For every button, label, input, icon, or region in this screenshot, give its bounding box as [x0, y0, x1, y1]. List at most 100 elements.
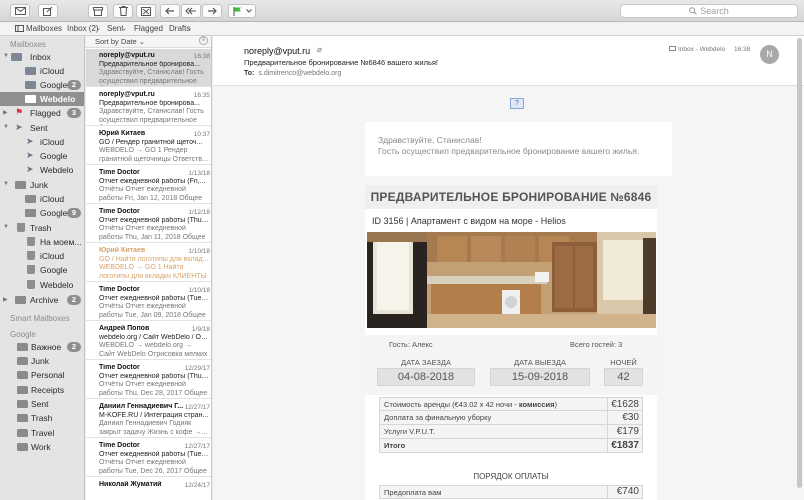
- scrollbar[interactable]: [797, 38, 802, 488]
- message-row[interactable]: noreply@vput.ru 16:38 Предварительное брон…: [86, 49, 211, 87]
- recipient-address[interactable]: s.dimitrenco@webdelo.org: [258, 70, 341, 77]
- archive-icon: [93, 6, 103, 16]
- sidebar-item-sent[interactable]: ▼ ➤ Sent: [0, 121, 84, 135]
- sidebar-item-trash-local[interactable]: На моем...: [0, 235, 84, 249]
- sidebar-item-google-important[interactable]: Важное 2: [0, 340, 84, 354]
- archive-button[interactable]: [88, 4, 108, 18]
- sidebar-item-trash[interactable]: ▼ Trash: [0, 221, 84, 235]
- sidebar-item-junk-icloud[interactable]: iCloud: [0, 192, 84, 206]
- payment-order-title: ПОРЯДОК ОПЛАТЫ: [473, 472, 549, 481]
- sent-icon: ➤: [26, 136, 34, 146]
- sidebar-item-sent-google[interactable]: ➤ Google: [0, 149, 84, 163]
- sidebar-item-trash-icloud[interactable]: iCloud: [0, 249, 84, 263]
- sidebar-item-google-receipts[interactable]: Receipts: [0, 383, 84, 397]
- trash-icon: [27, 265, 35, 274]
- message-date: 1/13/18: [188, 170, 210, 177]
- sidebar-item-inbox-icloud[interactable]: iCloud: [0, 64, 84, 78]
- message-subject-line: GO / Рендер гранитной щеточ...: [99, 139, 203, 146]
- sidebar-item-trash-webdelo[interactable]: Webdelo: [0, 278, 84, 292]
- sort-menu[interactable]: Sort by Date ⌄: [95, 37, 145, 46]
- sidebar-item-google-junk[interactable]: Junk: [0, 354, 84, 368]
- sidebar-item-junk-google[interactable]: Google 9: [0, 206, 84, 220]
- message-sender: Time Doctor: [99, 364, 140, 371]
- fav-flagged[interactable]: Flagged: [134, 24, 163, 33]
- forward-button[interactable]: [202, 4, 222, 18]
- disclosure-triangle-icon[interactable]: ▼: [3, 124, 9, 130]
- avatar: N: [760, 45, 779, 64]
- checkout-label: ДАТА ВЫЕЗДА: [513, 358, 566, 367]
- message-sender: Николай Жуматий: [99, 481, 162, 488]
- flag-button[interactable]: [228, 4, 256, 18]
- disclosure-triangle-icon[interactable]: ▼: [3, 181, 9, 187]
- sidebar-item-google-work[interactable]: Work: [0, 440, 84, 454]
- search-field[interactable]: Search: [620, 4, 798, 18]
- folder-icon: [17, 414, 28, 422]
- message-row[interactable]: Time Doctor 12/27/17 Отчет ежедневной рабо…: [86, 439, 211, 477]
- sidebar-item-flagged[interactable]: ▶ ⚑ Flagged 3: [0, 106, 84, 120]
- sidebar-item-sent-icloud[interactable]: ➤ iCloud: [0, 135, 84, 149]
- sidebar-item-inbox-webdelo[interactable]: Webdelo: [0, 92, 84, 106]
- sidebar-item-junk[interactable]: ▼ Junk: [0, 178, 84, 192]
- sidebar-item-google-personal[interactable]: Personal: [0, 368, 84, 382]
- message-row[interactable]: noreply@vput.ru 16:35 Предварительное брон…: [86, 88, 211, 126]
- price-table: Стоимость аренды (€43.02 x 42 ночи - ком…: [379, 397, 643, 453]
- sidebar-item-google-trash[interactable]: Trash: [0, 411, 84, 425]
- sidebar-item-archive[interactable]: ▶ Archive 2: [0, 293, 84, 307]
- sidebar-item-google-travel[interactable]: Travel: [0, 426, 84, 440]
- sidebar-item-trash-google[interactable]: Google: [0, 263, 84, 277]
- fav-inbox[interactable]: Inbox (2): [67, 24, 99, 33]
- unread-badge: 9: [67, 208, 81, 218]
- folder-icon: [17, 386, 28, 394]
- message-subject-line: Отчет ежедневной работы (Fri,...: [99, 178, 206, 185]
- message-list: Sort by Date ⌄ ≡ noreply@vput.ru 16:38 Пре…: [86, 36, 212, 500]
- disclosure-triangle-icon[interactable]: ▶: [3, 109, 8, 116]
- fav-sent[interactable]: Sent: [107, 24, 123, 33]
- toolbar: Search: [0, 0, 804, 22]
- sender[interactable]: noreply@vput.ru: [244, 46, 310, 56]
- folder-icon: [17, 429, 28, 437]
- price-row: Стоимость аренды (€43.02 x 42 ночи - ком…: [379, 397, 643, 411]
- sidebar-item-inbox-google[interactable]: Google 2: [0, 78, 84, 92]
- filter-icon[interactable]: ≡: [199, 36, 208, 45]
- sidebar-item-sent-webdelo[interactable]: ➤ Webdelo: [0, 163, 84, 177]
- message-row[interactable]: Николай Жуматий 12/24/17: [86, 478, 211, 500]
- missing-image-icon: ?: [510, 98, 524, 109]
- message-row[interactable]: Time Doctor 1/13/18 Отчет ежедневной работ…: [86, 166, 211, 204]
- green-flag-icon: [233, 6, 241, 16]
- disclosure-triangle-icon[interactable]: ▶: [3, 296, 8, 303]
- delete-button[interactable]: [113, 4, 133, 18]
- unread-badge: 2: [67, 80, 81, 90]
- message-subject-line: Отчет ежедневной работы (Thu,...: [99, 217, 209, 224]
- sidebar-item-inbox[interactable]: ▼ Inbox: [0, 50, 84, 64]
- fav-mailboxes[interactable]: Mailboxes: [26, 24, 62, 33]
- chevron-down-icon: ⌄: [122, 26, 128, 32]
- message-row[interactable]: Time Doctor 1/10/18 Отчет ежедневной работ…: [86, 283, 211, 321]
- folder-icon: [17, 357, 28, 365]
- recipient-line: To: s.dimitrenco@webdelo.org: [244, 70, 342, 77]
- unread-badge: 2: [67, 295, 81, 305]
- message-list-header: Sort by Date ⌄ ≡: [86, 36, 211, 48]
- message-subject: Предварительное бронирование №6846 вашег…: [244, 58, 439, 67]
- disclosure-triangle-icon[interactable]: ▼: [3, 224, 9, 230]
- message-subject-line: Предварительное бронирова...: [99, 100, 200, 107]
- message-row[interactable]: Time Doctor 12/29/17 Отчет ежедневной рабо…: [86, 361, 211, 399]
- message-preview: Отчёты Отчет ежедневной работы Thu, Jan …: [99, 225, 206, 241]
- get-mail-button[interactable]: [10, 4, 30, 18]
- message-row[interactable]: Юрий Китаев 1/10/18 GO / Найти логотипы дл…: [86, 244, 211, 282]
- message-row[interactable]: Time Doctor 1/12/18 Отчет ежедневной работ…: [86, 205, 211, 243]
- nights-label: НОЧЕЙ: [610, 358, 637, 367]
- reply-all-button[interactable]: [181, 4, 201, 18]
- inbox-icon: [669, 46, 676, 51]
- message-preview: Здравствуйте, Станислав! Гость осуществи…: [99, 69, 204, 85]
- smart-mailboxes-heading: Smart Mailboxes: [10, 314, 70, 323]
- compose-button[interactable]: [38, 4, 58, 18]
- sidebar: Mailboxes ▼ Inbox iCloud Google 2 Webdelo …: [0, 36, 85, 500]
- disclosure-triangle-icon[interactable]: ▼: [3, 53, 9, 59]
- junk-button[interactable]: [136, 4, 156, 18]
- message-sender: Даниил Геннадиевич Г...: [99, 403, 184, 410]
- message-row[interactable]: Юрий Китаев 10:37 GO / Рендер гранитной ще…: [86, 127, 211, 165]
- message-row[interactable]: Андрей Попов 1/9/18 webdelo.org / Сайт Web…: [86, 322, 211, 360]
- message-row[interactable]: Даниил Геннадиевич Г... 12/27/17 M-KOFE.RU…: [86, 400, 211, 438]
- sidebar-item-google-sent[interactable]: Sent: [0, 397, 84, 411]
- reply-button[interactable]: [160, 4, 180, 18]
